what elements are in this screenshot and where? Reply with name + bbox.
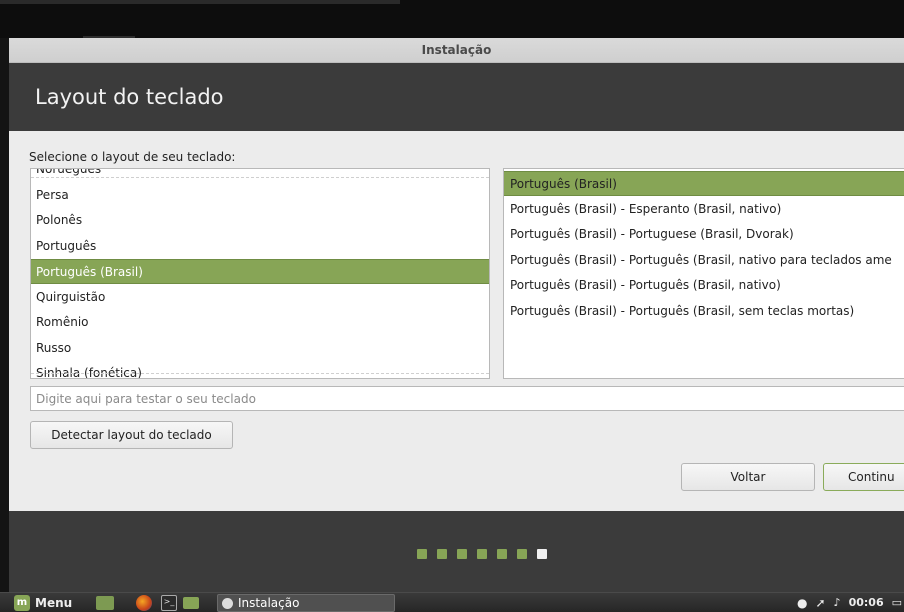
- window-titlebar[interactable]: Instalação: [9, 38, 904, 63]
- list-item-selected[interactable]: Português (Brasil): [504, 171, 904, 196]
- continue-button[interactable]: Continu: [823, 463, 904, 491]
- list-scroll-edge-bottom: [31, 373, 489, 378]
- cd-icon: [222, 597, 233, 609]
- list-scroll-edge-top: [31, 169, 489, 178]
- progress-dot-current: [537, 549, 547, 559]
- layout-prompt-label: Selecione o layout de seu teclado:: [29, 150, 236, 164]
- window-title: Instalação: [421, 43, 492, 57]
- progress-dot: [517, 549, 527, 559]
- files-icon: [183, 596, 199, 609]
- list-item[interactable]: Romênio: [31, 310, 489, 335]
- user-icon[interactable]: ●: [797, 596, 807, 610]
- taskbar-window-button[interactable]: Instalação: [217, 594, 395, 612]
- show-desktop-launcher[interactable]: [96, 593, 114, 612]
- back-button[interactable]: Voltar: [681, 463, 815, 491]
- menu-label: Menu: [35, 595, 73, 610]
- installer-window: Instalação Layout do teclado Selecione o…: [9, 38, 904, 592]
- page-title: Layout do teclado: [35, 85, 224, 109]
- menu-button[interactable]: m Menu: [14, 593, 72, 612]
- terminal-icon: >_: [161, 594, 177, 611]
- list-item[interactable]: Português (Brasil) - Português (Brasil, …: [504, 299, 904, 324]
- firefox-icon: [136, 594, 152, 611]
- display-icon[interactable]: ▭: [892, 596, 902, 609]
- mint-logo-icon: m: [14, 594, 30, 611]
- main-content: Selecione o layout de seu teclado: Norue…: [9, 131, 904, 511]
- taskbar: m Menu >_ Instalação ● ➚ ♪ 00:06 ▭: [0, 592, 904, 612]
- page-header: Layout do teclado: [9, 63, 904, 131]
- list-item[interactable]: Português (Brasil) - Português (Brasil, …: [504, 273, 904, 298]
- list-item[interactable]: Persa: [31, 183, 489, 208]
- progress-dots: [417, 549, 547, 559]
- firefox-launcher[interactable]: [136, 593, 152, 612]
- variant-list[interactable]: Português (Brasil) Português (Brasil) - …: [503, 168, 904, 379]
- progress-dot: [417, 549, 427, 559]
- layout-list[interactable]: Norueguês Persa Polonês Português Portug…: [30, 168, 490, 379]
- show-desktop-icon: [96, 595, 114, 610]
- list-item[interactable]: Quirguistão: [31, 285, 489, 310]
- list-item-selected[interactable]: Português (Brasil): [31, 259, 489, 284]
- progress-dot: [497, 549, 507, 559]
- detect-layout-button[interactable]: Detectar layout do teclado: [30, 421, 233, 449]
- files-launcher[interactable]: [183, 593, 199, 612]
- progress-dot: [457, 549, 467, 559]
- volume-icon[interactable]: ♪: [834, 596, 841, 609]
- progress-dot: [477, 549, 487, 559]
- taskbar-window-label: Instalação: [238, 596, 300, 610]
- keyboard-test-input[interactable]: [30, 386, 904, 411]
- desktop-top-panel: [0, 0, 904, 38]
- desktop-strip: [0, 0, 400, 4]
- network-icon[interactable]: ➚: [815, 596, 825, 610]
- terminal-launcher[interactable]: >_: [161, 593, 177, 612]
- progress-footer: [9, 511, 904, 592]
- system-tray: ● ➚ ♪ 00:06 ▭: [797, 593, 904, 612]
- list-item[interactable]: Russo: [31, 336, 489, 361]
- list-item[interactable]: Português (Brasil) - Esperanto (Brasil, …: [504, 197, 904, 222]
- list-item[interactable]: Português (Brasil) - Portuguese (Brasil,…: [504, 222, 904, 247]
- list-item[interactable]: Português: [31, 234, 489, 259]
- progress-dot: [437, 549, 447, 559]
- list-item[interactable]: Português (Brasil) - Português (Brasil, …: [504, 248, 904, 273]
- list-item[interactable]: Polonês: [31, 208, 489, 233]
- clock[interactable]: 00:06: [849, 596, 884, 609]
